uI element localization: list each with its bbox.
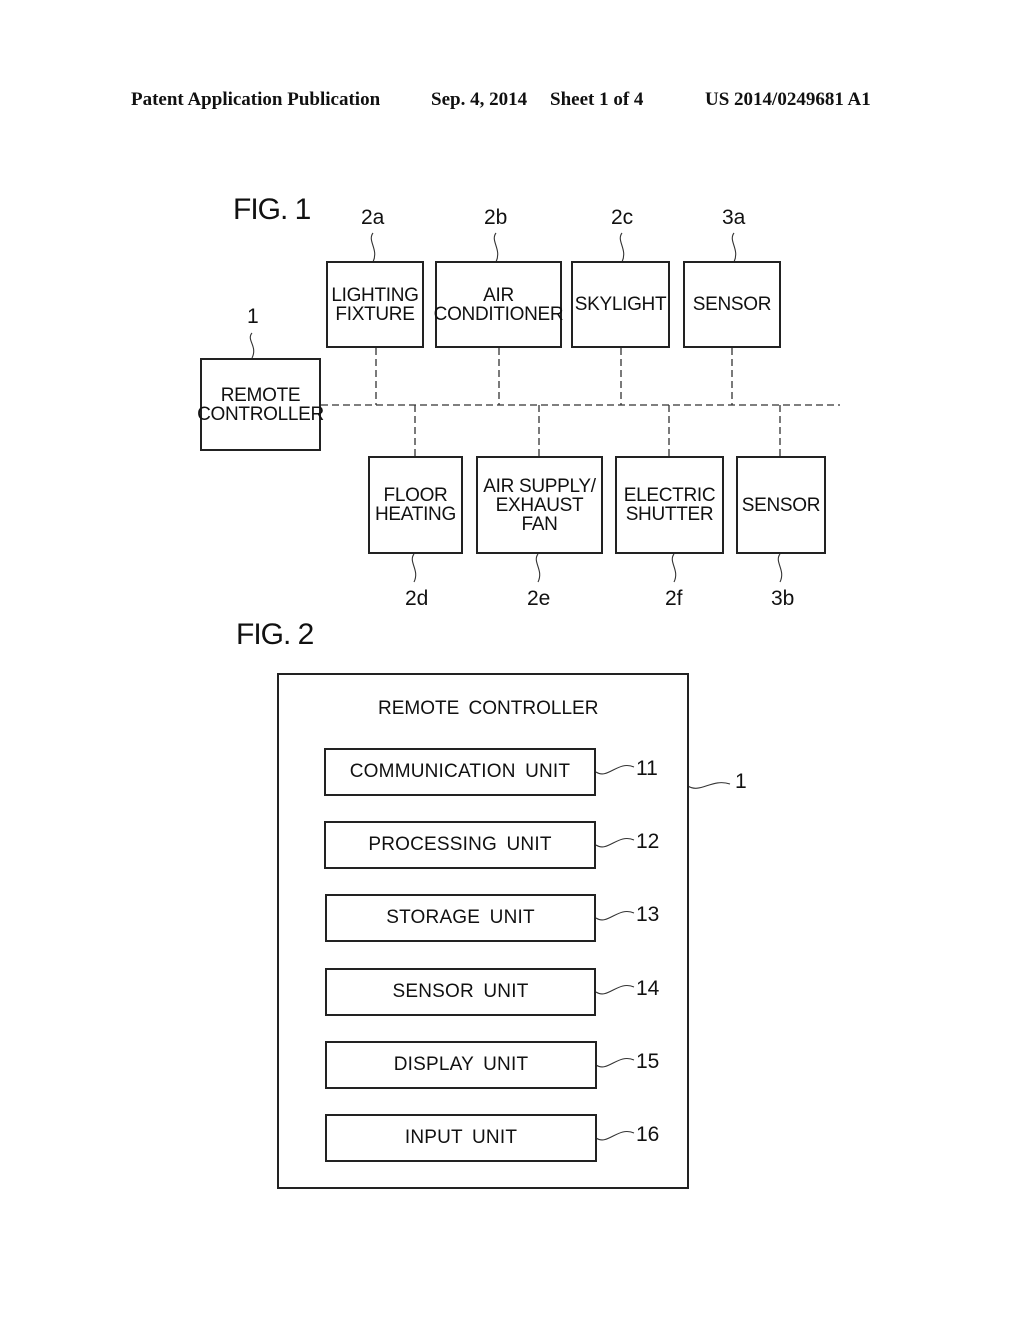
device-box-sensor-3a: SENSOR [683,261,781,348]
ref-label: 1 [247,305,259,328]
device-box-air-conditioner: AIR CONDITIONER [434,261,564,348]
ref-label: 2a [361,206,385,229]
ref-label: 13 [636,903,660,926]
device-box-skylight: SKYLIGHT [571,261,670,348]
fig1-label: FIG. 1 [233,193,311,226]
ref-label: 2e [527,587,551,610]
ref-label: 12 [636,830,660,853]
device-box-lighting-fixture: LIGHTING FIXTURE [326,261,424,348]
device-box-sensor-3b: SENSOR [736,456,826,554]
ref-label: 2d [405,587,429,610]
leader-2c [619,232,625,263]
leader-2b [493,232,499,263]
leader-2a [370,232,376,263]
leader-3a [731,232,737,263]
device-box-floor-heating: FLOOR HEATING [368,456,463,554]
remote-controller-box: REMOTE CONTROLLER [197,358,324,451]
leader-fig2-1 [687,782,731,789]
device-box-electric-shutter: ELECTRIC SHUTTER [615,456,724,554]
unit-box-input: INPUT UNIT [325,1114,597,1162]
ref-label: 2f [665,587,683,610]
unit-box-processing: PROCESSING UNIT [324,821,596,869]
leader-2d [411,553,417,583]
ref-label: 1 [735,770,747,793]
leader-2f [671,553,677,583]
ref-label: 14 [636,977,660,1000]
ref-label: 15 [636,1050,660,1073]
leader-3b [777,553,783,583]
fig2-label: FIG. 2 [236,618,314,651]
remote-controller-title: REMOTE CONTROLLER [378,698,599,719]
ref-label: 16 [636,1123,660,1146]
ref-label: 3b [771,587,795,610]
unit-box-storage: STORAGE UNIT [325,894,596,942]
unit-box-sensor: SENSOR UNIT [325,968,596,1016]
device-box-air-supply-exhaust-fan: AIR SUPPLY/ EXHAUST FAN [476,456,603,554]
ref-label: 11 [636,757,658,780]
unit-box-communication: COMMUNICATION UNIT [324,748,596,796]
ref-label: 2c [611,206,634,229]
leader-1 [249,332,255,359]
ref-label: 3a [722,206,746,229]
ref-label: 2b [484,206,508,229]
leader-2e [535,553,541,583]
unit-box-display: DISPLAY UNIT [325,1041,597,1089]
